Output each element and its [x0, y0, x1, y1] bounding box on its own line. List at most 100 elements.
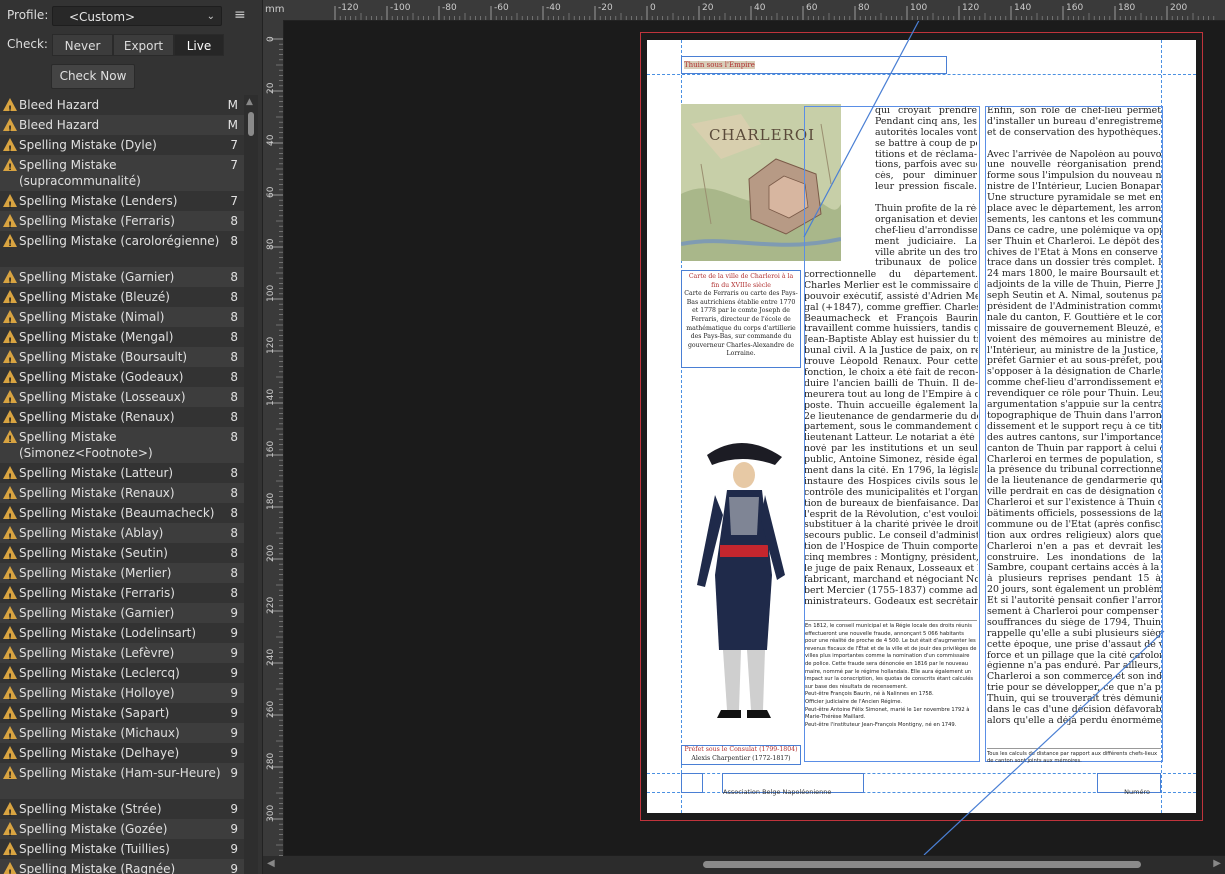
issue-row[interactable]: Spelling Mistake (Merlier) 8 — [0, 563, 244, 588]
scroll-right-icon[interactable]: ▶ — [1213, 858, 1221, 869]
issue-row[interactable]: Spelling Mistake (Garnier) 9 — [0, 603, 244, 628]
issue-label: Spelling Mistake (Ferraris) — [19, 586, 175, 600]
issue-row[interactable]: Spelling Mistake (Mengal) 8 — [0, 327, 244, 352]
map-caption-frame[interactable]: Carte de la ville de Charleroi à la fin … — [681, 270, 801, 368]
horizontal-scroll-thumb[interactable] — [703, 861, 1141, 868]
profile-select[interactable]: <Custom> ⌄ — [52, 6, 222, 26]
ruler-tick-label: -40 — [546, 3, 561, 13]
issue-row[interactable]: Spelling Mistake (Renaux) 8 — [0, 483, 244, 508]
footer-left-frame[interactable] — [681, 773, 703, 793]
issue-row[interactable]: Spelling Mistake (Garnier) 8 — [0, 267, 244, 292]
issue-label: Spelling Mistake (Losseaux) — [19, 390, 186, 404]
check-live-button[interactable]: Live — [174, 34, 224, 56]
issue-row[interactable]: Spelling Mistake (Nimal) 8 — [0, 307, 244, 332]
issue-row[interactable]: Spelling Mistake (Lenders) 7 — [0, 191, 244, 216]
check-now-button[interactable]: Check Now — [51, 64, 135, 89]
issue-row[interactable]: Spelling Mistake (supracommunalité) 7 — [0, 155, 244, 191]
ruler-tick-label: 260 — [266, 701, 276, 718]
issue-page: 9 — [230, 606, 238, 620]
check-never-button[interactable]: Never — [52, 34, 113, 56]
issue-row[interactable]: Spelling Mistake (Ragnée) 9 — [0, 859, 244, 874]
document-canvas[interactable]: Thuin sous l'Empire CHARLEROI Carte de l… — [284, 21, 1225, 855]
footer-right-frame[interactable]: Numéro — [1097, 773, 1161, 796]
scroll-left-icon[interactable]: ◀ — [267, 858, 275, 869]
issue-row[interactable]: Spelling Mistake (Seutin) 8 — [0, 543, 244, 568]
ruler-tick-label: 280 — [266, 753, 276, 770]
warning-icon — [3, 526, 17, 548]
scroll-up-icon[interactable]: ▲ — [246, 97, 253, 107]
issue-page: 8 — [230, 526, 238, 540]
issue-label: Spelling Mistake (Lenders) — [19, 194, 178, 208]
issue-label: Spelling Mistake (Bleuzé) — [19, 290, 170, 304]
warning-icon — [3, 138, 17, 160]
issue-row[interactable]: Spelling Mistake (Bleuzé) 8 — [0, 287, 244, 312]
issue-row[interactable]: Spelling Mistake (Sapart) 9 — [0, 703, 244, 728]
vertical-ruler[interactable]: 0 20 40 60 80 100 120 140 160 180 200 220 240 260 280 3… — [263, 20, 284, 856]
issue-page: 8 — [230, 546, 238, 560]
issue-row[interactable]: Spelling Mistake (Leclercq) 9 — [0, 663, 244, 688]
footnote: En 1812, le conseil municipal et la Régi… — [805, 623, 977, 690]
issue-row[interactable]: Spelling Mistake (Strée) 9 — [0, 799, 244, 824]
canvas-horizontal-scrollbar[interactable]: ◀ ▶ — [263, 856, 1225, 874]
issue-row[interactable]: Spelling Mistake (Gozée) 9 — [0, 819, 244, 844]
issue-row[interactable]: Spelling Mistake (Tuillies) 9 — [0, 839, 244, 864]
issue-row[interactable]: Spelling Mistake (Ferraris) 8 — [0, 211, 244, 236]
issue-row[interactable]: Spelling Mistake (Holloye) 9 — [0, 683, 244, 708]
ruler-tick-label: 160 — [266, 441, 276, 458]
issue-label: Spelling Mistake (Garnier) — [19, 270, 175, 284]
issue-row[interactable]: Spelling Mistake (Losseaux) 8 — [0, 387, 244, 412]
scrollbar-thumb[interactable] — [248, 112, 254, 136]
warning-icon — [3, 766, 17, 784]
ruler-tick-label: -100 — [390, 3, 411, 13]
check-export-button[interactable]: Export — [113, 34, 174, 56]
issue-row[interactable]: Spelling Mistake (Godeaux) 8 — [0, 367, 244, 392]
issue-row[interactable]: Spelling Mistake (Dyle) 7 — [0, 135, 244, 160]
issue-label: Spelling Mistake (Holloye) — [19, 686, 175, 700]
issue-row[interactable]: Bleed Hazard M — [0, 115, 244, 140]
ruler-tick-label: 80 — [858, 3, 870, 13]
warning-icon — [3, 486, 17, 508]
issue-row[interactable]: Spelling Mistake (Renaux) 8 — [0, 407, 244, 432]
issue-label: Spelling Mistake (Michaux) — [19, 726, 180, 740]
profile-row: Profile: <Custom> ⌄ ≡ — [0, 0, 262, 32]
profile-value: <Custom> — [69, 10, 136, 24]
header-frame[interactable]: Thuin sous l'Empire — [681, 56, 947, 74]
warning-icon — [3, 98, 17, 120]
header-text: Thuin sous l'Empire — [684, 61, 755, 69]
issue-row[interactable]: Spelling Mistake (carolorégienne) 8 — [0, 231, 244, 267]
issue-label: Spelling Mistake (Ablay) — [19, 526, 164, 540]
ruler-tick-label: 140 — [1014, 3, 1031, 13]
warning-icon — [3, 370, 17, 392]
footnote: Peut-être Antoine Félix Simonet, marié l… — [805, 706, 970, 721]
issue-row[interactable]: Spelling Mistake (Boursault) 8 — [0, 347, 244, 372]
ruler-tick-label: 160 — [1066, 3, 1083, 13]
ruler-tick-label: 180 — [1118, 3, 1135, 13]
horizontal-ruler[interactable]: -120 -100 -80 -60 -40 -20 0 20 40 60 80 100 120 140 16… — [263, 0, 1225, 21]
warning-icon — [3, 726, 17, 748]
issue-row[interactable]: Spelling Mistake (Latteur) 8 — [0, 463, 244, 488]
warning-icon — [3, 270, 17, 292]
footer-center-frame[interactable]: Association Belge Napoléonienne — [722, 773, 864, 796]
panel-menu-icon[interactable]: ≡ — [234, 7, 246, 23]
issue-label: Spelling Mistake (Strée) — [19, 802, 162, 816]
portrait-image[interactable] — [687, 435, 797, 735]
warning-icon — [3, 330, 17, 352]
issue-label: Spelling Mistake (Dyle) — [19, 138, 157, 152]
issue-row[interactable]: Spelling Mistake (Lodelinsart) 9 — [0, 623, 244, 648]
issue-row[interactable]: Spelling Mistake (Delhaye) 9 — [0, 743, 244, 768]
portrait-caption-frame[interactable]: Préfet sous le Consulat (1799-1804) Alex… — [681, 745, 801, 765]
issue-row[interactable]: Spelling Mistake (Ham-sur-Heure) 9 — [0, 763, 244, 799]
ruler-tick-label: 120 — [266, 337, 276, 354]
issue-row[interactable]: Spelling Mistake (Simonez<Footnote>) 8 — [0, 427, 244, 463]
issue-row[interactable]: Spelling Mistake (Lefèvre) 9 — [0, 643, 244, 668]
issue-row[interactable]: Spelling Mistake (Ferraris) 8 — [0, 583, 244, 608]
issue-row[interactable]: Spelling Mistake (Ablay) 8 — [0, 523, 244, 548]
issues-scrollbar[interactable]: ▲ — [244, 95, 258, 874]
issue-row[interactable]: Spelling Mistake (Beaumacheck) 8 — [0, 503, 244, 528]
issue-row[interactable]: Spelling Mistake (Michaux) 9 — [0, 723, 244, 748]
issue-page: 8 — [230, 410, 238, 424]
column2-frame[interactable] — [985, 106, 1163, 762]
ruler-tick-label: 180 — [266, 493, 276, 510]
warning-icon — [3, 842, 17, 864]
issue-row[interactable]: Bleed Hazard M — [0, 95, 244, 120]
